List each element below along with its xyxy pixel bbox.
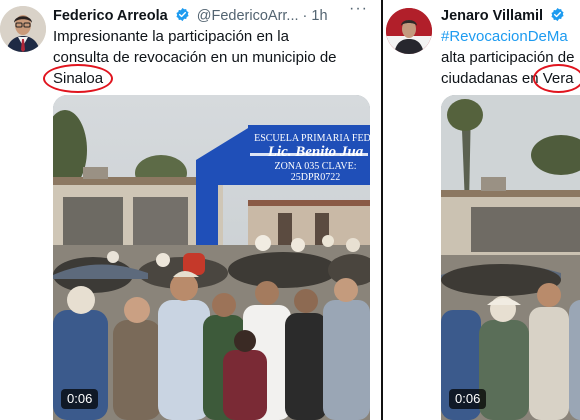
tweet-jenaro[interactable]: Jenaro Villamil #RevocacionDeMa alta par… (386, 0, 580, 420)
verified-badge-icon (175, 7, 190, 26)
sign-line: ESCUELA PRIMARIA FEDE (254, 133, 370, 144)
school-sign: ESCUELA PRIMARIA FEDE Lic. Benito Jua ZO… (253, 133, 370, 183)
video-frame (441, 95, 580, 420)
video-duration-badge: 0:06 (449, 389, 487, 409)
tweet-federico[interactable]: Federico Arreola @FedericoArr... · 1h ··… (0, 0, 378, 420)
verified-badge-icon (550, 7, 565, 26)
divider (378, 0, 386, 420)
author-name[interactable]: Jenaro Villamil (441, 8, 543, 24)
video-player[interactable]: 0:06 (441, 95, 580, 420)
author-name[interactable]: Federico Arreola (53, 8, 168, 24)
more-options-icon[interactable]: ··· (349, 0, 368, 18)
highlighted-location: Vera (532, 64, 580, 93)
timestamp[interactable]: 1h (311, 8, 327, 24)
tweet-header: Federico Arreola @FedericoArr... · 1h (53, 7, 328, 26)
sign-line: ZONA 035 CLAVE: 25DPR0722 (274, 161, 357, 183)
avatar[interactable] (386, 8, 432, 54)
tweet-text: Impresionante la participación en la con… (42, 26, 337, 93)
separator-dot: · (302, 8, 308, 24)
hashtag-link[interactable]: #RevocacionDeMa (441, 26, 574, 47)
tweet-text-line: Impresionante la participación en la (53, 28, 289, 45)
video-duration-badge: 0:06 (61, 389, 99, 409)
avatar[interactable] (0, 6, 46, 52)
author-handle[interactable]: @FedericoArr... (197, 8, 299, 24)
highlighted-location: Sinaloa (42, 64, 114, 93)
tweet-text-line: ciudadanas en (441, 70, 543, 87)
tweet-text-line: consulta de revocación en un municipio d… (53, 49, 337, 66)
sign-line: Lic. Benito Jua (267, 144, 364, 160)
video-player[interactable]: ESCUELA PRIMARIA FEDE Lic. Benito Jua ZO… (53, 95, 370, 420)
tweet-header: Jenaro Villamil (441, 7, 568, 26)
tweet-text: #RevocacionDeMa alta participación de ci… (441, 26, 580, 93)
